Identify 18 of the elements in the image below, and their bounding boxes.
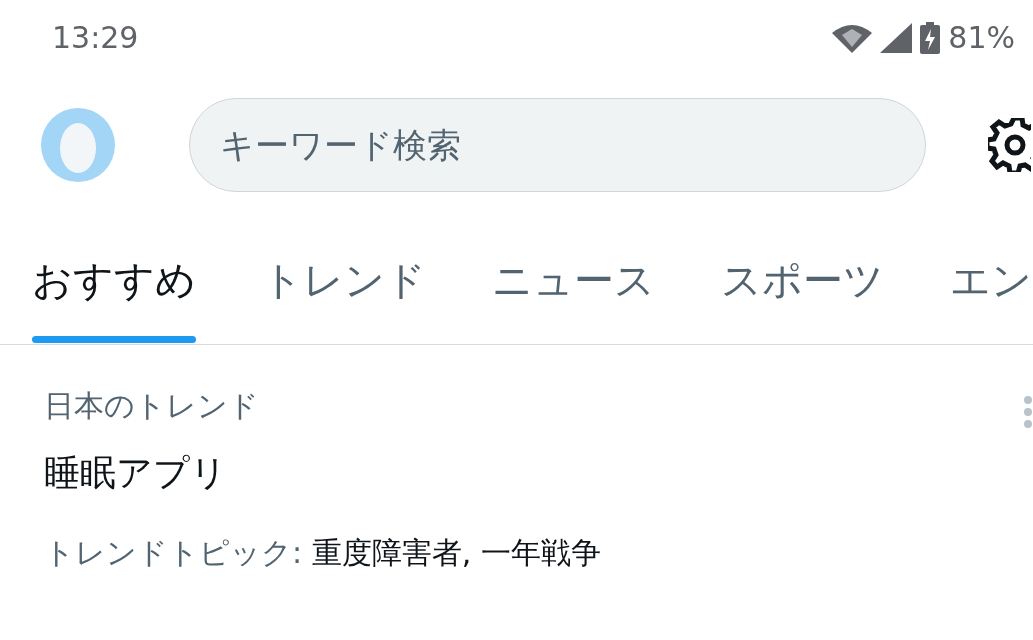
trend-context: 日本のトレンド (44, 387, 259, 425)
avatar-icon[interactable] (41, 108, 115, 182)
status-time: 13:29 (52, 19, 139, 57)
tab[interactable]: おすすめ (32, 215, 196, 345)
more-icon[interactable] (1023, 395, 1033, 429)
battery-percent: 81% (948, 19, 1015, 57)
tab[interactable]: ニュース (492, 215, 655, 345)
tab[interactable]: トレンド (262, 215, 426, 345)
settings-icon[interactable] (988, 118, 1031, 172)
tab[interactable]: エン (950, 215, 1032, 345)
trend-title[interactable]: 睡眠アプリ (44, 446, 1033, 500)
trend-topics: 重度障害者, 一年戦争 (311, 535, 601, 570)
topics-label: トレンドトピック: (44, 535, 303, 570)
signal-icon (880, 22, 913, 53)
wifi-icon (832, 22, 873, 53)
battery-icon (920, 21, 941, 54)
tab[interactable]: スポーツ (721, 215, 884, 345)
search-field[interactable]: キーワード検索 (189, 98, 926, 192)
